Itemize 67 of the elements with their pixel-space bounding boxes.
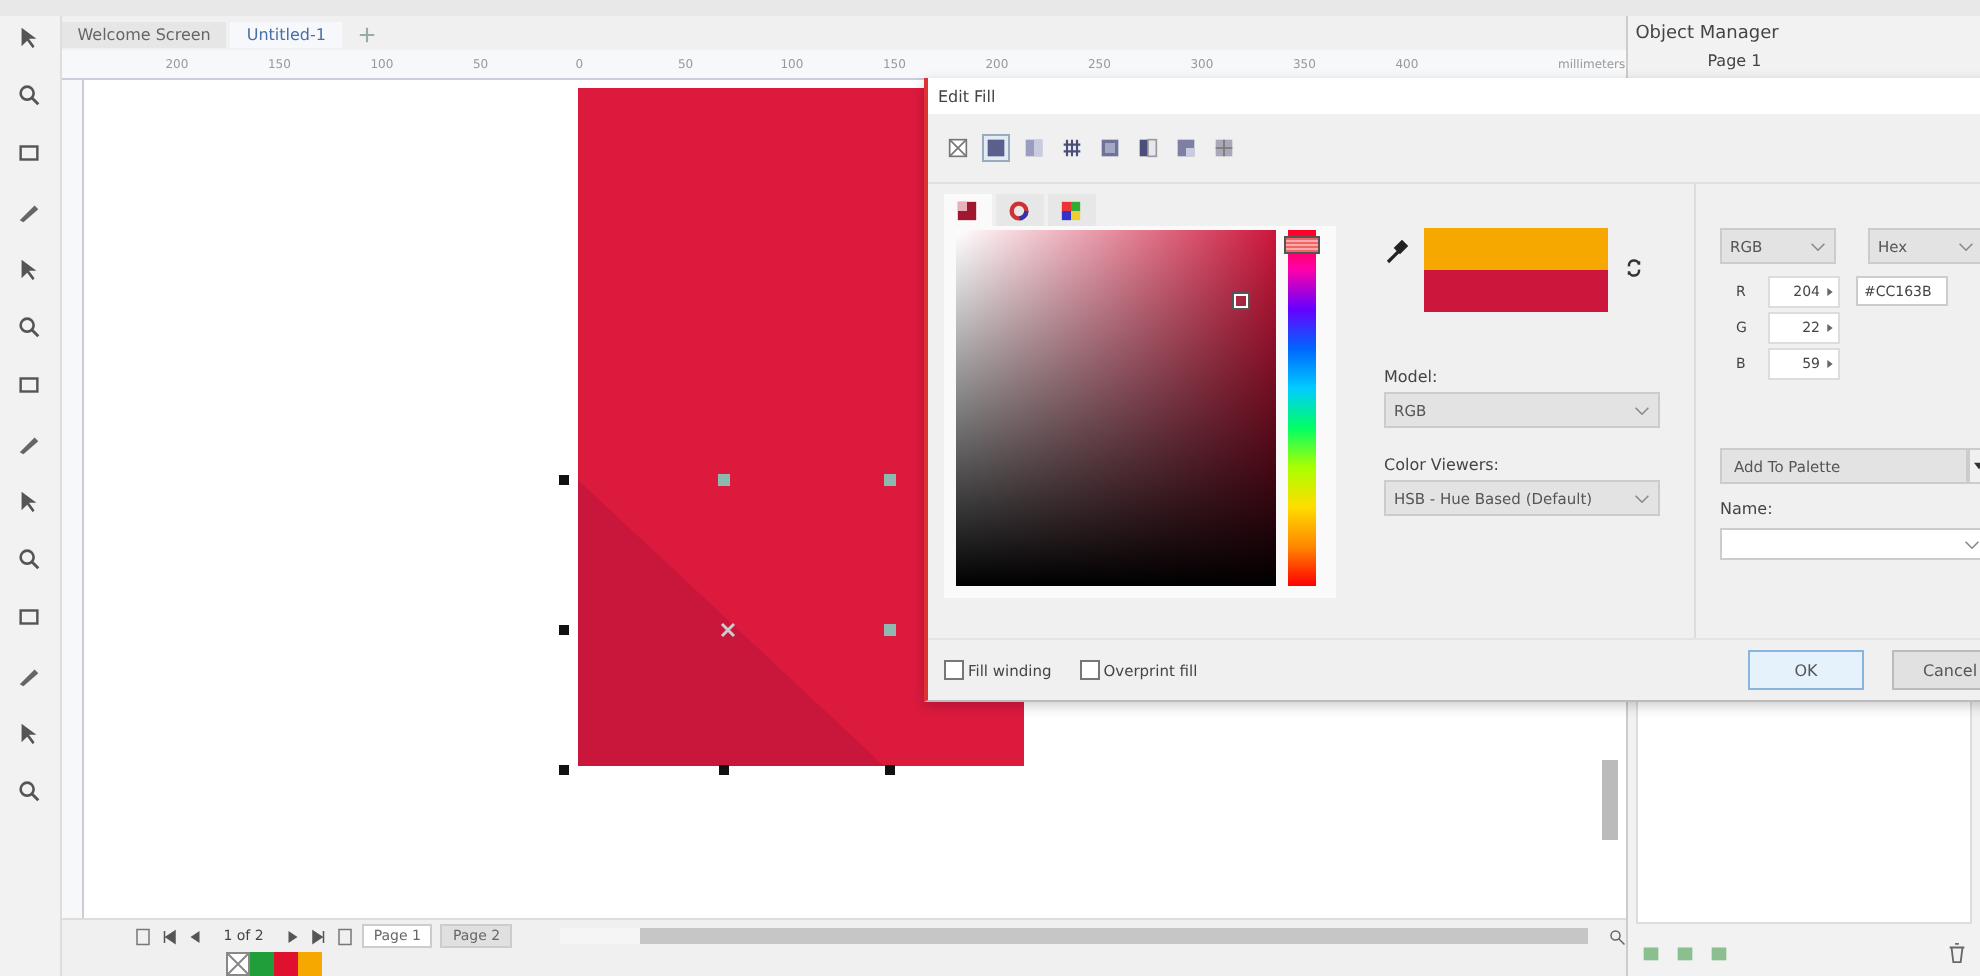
center-mark-icon bbox=[719, 622, 735, 638]
last-page-icon[interactable] bbox=[309, 927, 328, 945]
fill-type-button[interactable] bbox=[944, 134, 972, 162]
fill-type-button[interactable] bbox=[1134, 134, 1162, 162]
tool-icon[interactable] bbox=[16, 546, 43, 572]
document-tab[interactable]: Untitled-1 bbox=[230, 21, 342, 47]
spin-arrow-icon[interactable] bbox=[1826, 286, 1834, 298]
zoom-icon[interactable] bbox=[1607, 927, 1626, 945]
color-viewers-label: Color Viewers: bbox=[1384, 456, 1501, 474]
selection-handle[interactable] bbox=[558, 475, 569, 485]
selection-handle[interactable] bbox=[718, 765, 729, 775]
palette-icon bbox=[1060, 199, 1082, 221]
first-page-icon[interactable] bbox=[159, 927, 178, 945]
page-label: Page 1 bbox=[1707, 52, 1762, 70]
eyedropper-icon[interactable] bbox=[1384, 240, 1408, 264]
tool-icon[interactable] bbox=[16, 140, 43, 166]
checkbox[interactable] bbox=[944, 660, 964, 680]
tool-icon[interactable] bbox=[16, 314, 43, 340]
chevron-icon bbox=[1958, 241, 1974, 251]
viewer-tab[interactable] bbox=[996, 194, 1044, 226]
chevron-icon bbox=[1634, 493, 1650, 503]
slider-handle[interactable] bbox=[1284, 236, 1320, 255]
chevron-icon bbox=[1634, 405, 1650, 415]
name-label: Name: bbox=[1720, 500, 1775, 518]
fill-type-button[interactable] bbox=[1096, 134, 1124, 162]
wheel-icon bbox=[1008, 199, 1030, 221]
delete-icon[interactable] bbox=[1946, 941, 1968, 963]
add-page-icon[interactable] bbox=[133, 927, 152, 945]
picker-marker-icon[interactable] bbox=[1234, 294, 1248, 308]
swap-icon[interactable] bbox=[1624, 258, 1644, 278]
spin-arrow-icon[interactable] bbox=[1826, 358, 1834, 370]
next-page-icon[interactable] bbox=[283, 927, 302, 945]
tool-icon[interactable] bbox=[16, 604, 43, 630]
color-swatch[interactable] bbox=[273, 952, 298, 976]
previous-page-icon[interactable] bbox=[185, 927, 204, 945]
selection-handle[interactable] bbox=[884, 765, 895, 775]
spin-arrow-icon[interactable] bbox=[1826, 322, 1834, 334]
dialog-title: Edit Fill bbox=[928, 78, 1980, 114]
tool-icon[interactable] bbox=[16, 82, 43, 108]
color-swatch[interactable] bbox=[249, 952, 274, 976]
dialog-button[interactable]: Cancel bbox=[1892, 650, 1980, 690]
panel-title: Object Manager bbox=[1633, 22, 1781, 48]
chevron-icon[interactable] bbox=[1964, 539, 1980, 549]
color-swatch[interactable] bbox=[297, 952, 322, 976]
viewer-tab[interactable] bbox=[1048, 194, 1096, 226]
add-page-icon[interactable] bbox=[335, 927, 354, 945]
fill-type-button[interactable] bbox=[1210, 134, 1238, 162]
selection-handle[interactable] bbox=[558, 765, 569, 775]
fill-type-button[interactable] bbox=[1058, 134, 1086, 162]
selection-handle[interactable] bbox=[558, 625, 569, 635]
tool-icon[interactable] bbox=[16, 778, 43, 804]
color-field[interactable] bbox=[956, 230, 1276, 586]
dialog-button[interactable]: OK bbox=[1748, 650, 1864, 690]
fill-type-button[interactable] bbox=[982, 134, 1010, 162]
vertical-scrollbar[interactable] bbox=[1601, 760, 1618, 840]
name-field[interactable] bbox=[1720, 528, 1980, 560]
no-color-swatch[interactable] bbox=[225, 952, 250, 976]
tool-icon[interactable] bbox=[16, 372, 43, 398]
document-tab[interactable]: Welcome Screen bbox=[61, 21, 227, 47]
square-icon bbox=[956, 199, 978, 221]
fill-type-button[interactable] bbox=[1172, 134, 1200, 162]
chevron-icon bbox=[1810, 241, 1826, 251]
viewer-tab[interactable] bbox=[944, 194, 992, 226]
hue-slider[interactable] bbox=[1288, 230, 1316, 586]
checkbox[interactable] bbox=[1079, 660, 1100, 680]
horizontal-scrollbar[interactable] bbox=[560, 928, 1588, 944]
model-label: Model: bbox=[1384, 368, 1440, 386]
